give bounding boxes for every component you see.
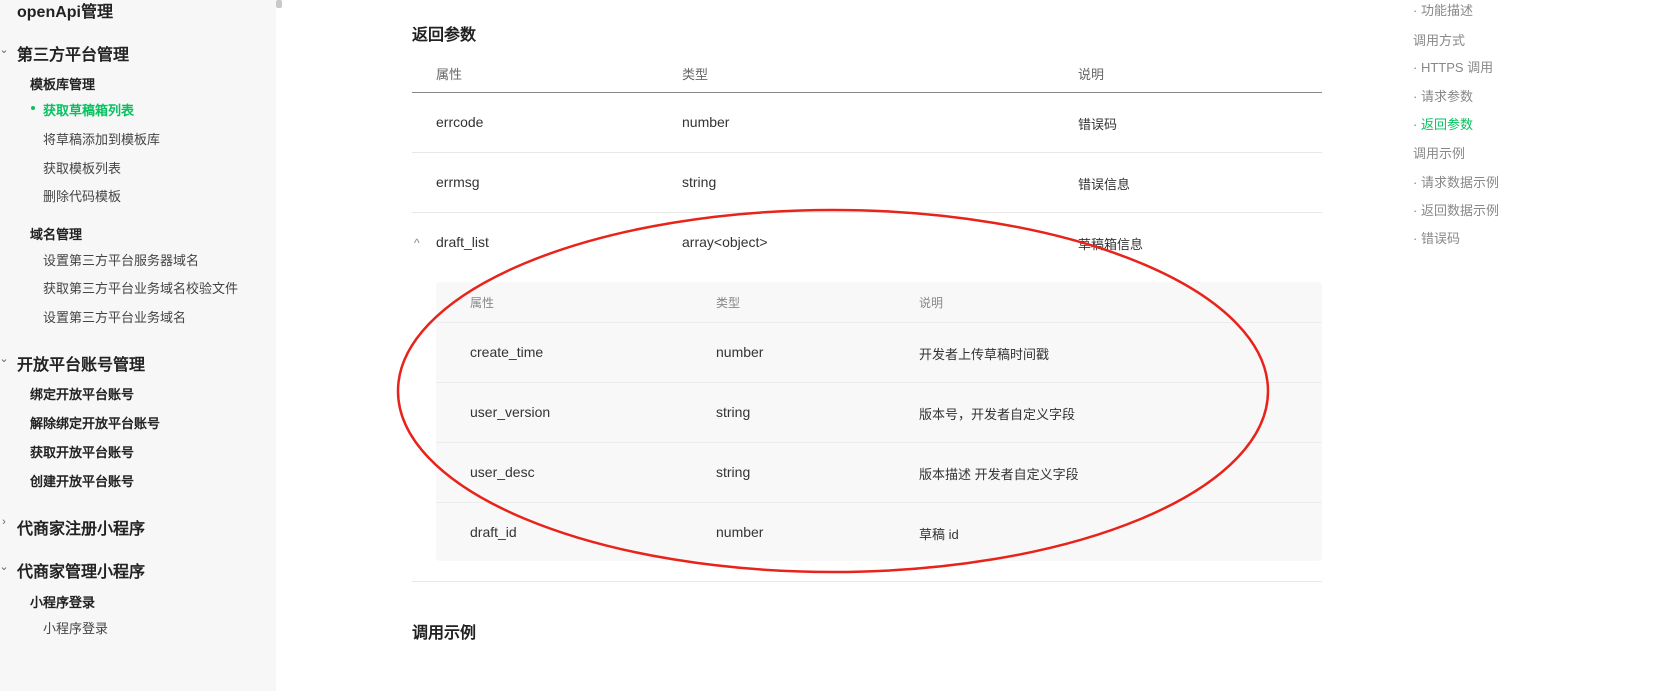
param-type: number <box>682 114 730 130</box>
sidebar-item-draft-list[interactable]: 获取草稿箱列表 <box>43 100 134 119</box>
toc-item-func-desc[interactable]: · 功能描述 <box>1413 0 1473 19</box>
sidebar-item-get-verify-file[interactable]: 获取第三方平台业务域名校验文件 <box>43 278 238 297</box>
nested-param-type: number <box>716 344 764 360</box>
main-content: 返回参数 属性 类型 说明 errcode number 错误码 errmsg … <box>282 0 1382 691</box>
toc-item-return-params[interactable]: · 返回参数 <box>1413 114 1473 133</box>
section-title-call-example: 调用示例 <box>412 625 477 642</box>
nested-param-name: draft_id <box>470 524 517 540</box>
sidebar-group-open-account[interactable]: 开放平台账号管理 <box>17 351 145 375</box>
sidebar-group-openapi[interactable]: openApi管理 <box>17 0 113 22</box>
sidebar-item-template-list[interactable]: 获取模板列表 <box>43 158 121 177</box>
sidebar-group-register[interactable]: 代商家注册小程序 <box>17 515 145 539</box>
toc-item-https-call[interactable]: · HTTPS 调用 <box>1413 57 1493 76</box>
header-divider <box>412 92 1322 93</box>
param-name: errmsg <box>436 174 480 190</box>
sidebar-subgroup-domain[interactable]: 域名管理 <box>30 224 82 243</box>
nested-param-desc: 版本号，开发者自定义字段 <box>919 407 1076 422</box>
sidebar-item-unbind[interactable]: 解除绑定开放平台账号 <box>30 413 160 432</box>
nested-param-desc: 版本描述 开发者自定义字段 <box>919 467 1079 482</box>
row-divider <box>436 322 1322 323</box>
column-header-desc: 说明 <box>1078 67 1105 82</box>
param-desc: 错误码 <box>1078 117 1118 132</box>
chevron-down-icon[interactable]: ⌄ <box>0 43 10 56</box>
nested-param-desc: 开发者上传草稿时间戳 <box>919 347 1050 362</box>
nested-param-type: number <box>716 524 764 540</box>
sidebar-item-bind[interactable]: 绑定开放平台账号 <box>30 384 134 403</box>
row-divider <box>412 212 1322 213</box>
sidebar-item-get-open[interactable]: 获取开放平台账号 <box>30 442 134 461</box>
toc-item-call-example[interactable]: 调用示例 <box>1413 143 1465 162</box>
param-type: string <box>682 174 717 190</box>
nested-param-type: string <box>716 404 751 420</box>
nested-header-type: 类型 <box>716 296 741 310</box>
sidebar-group-manage[interactable]: 代商家管理小程序 <box>17 558 145 582</box>
column-header-type: 类型 <box>682 67 709 82</box>
active-dot-icon <box>31 106 35 110</box>
sidebar-item-set-biz-domain[interactable]: 设置第三方平台业务域名 <box>43 307 186 326</box>
toc-item-call-method[interactable]: 调用方式 <box>1413 30 1465 49</box>
nested-header-attr: 属性 <box>470 296 495 310</box>
param-name: errcode <box>436 114 484 130</box>
sidebar-item-delete-template[interactable]: 删除代码模板 <box>43 186 121 205</box>
nested-param-name: user_version <box>470 404 551 420</box>
param-type: array<object> <box>682 234 768 250</box>
param-name[interactable]: draft_list <box>436 234 489 250</box>
section-title-return-params: 返回参数 <box>412 27 477 44</box>
sidebar-subgroup-login[interactable]: 小程序登录 <box>30 592 95 611</box>
toc-item-request-example[interactable]: · 请求数据示例 <box>1413 172 1499 191</box>
nested-param-name: create_time <box>470 344 544 360</box>
row-divider <box>436 382 1322 383</box>
param-desc: 错误信息 <box>1078 177 1131 192</box>
nested-header-desc: 说明 <box>919 296 944 310</box>
nested-param-name: user_desc <box>470 464 535 480</box>
nested-params-table: 属性 类型 说明 create_time number 开发者上传草稿时间戳 u… <box>436 282 1322 561</box>
row-divider <box>412 581 1322 582</box>
sidebar-item-set-server-domain[interactable]: 设置第三方平台服务器域名 <box>43 250 199 269</box>
toc-item-request-params[interactable]: · 请求参数 <box>1413 86 1473 105</box>
sidebar-item-add-draft[interactable]: 将草稿添加到模板库 <box>43 129 160 148</box>
sidebar-item-login[interactable]: 小程序登录 <box>43 618 108 637</box>
chevron-down-icon[interactable]: ⌄ <box>0 560 10 573</box>
row-divider <box>436 502 1322 503</box>
chevron-right-icon[interactable]: › <box>0 516 10 528</box>
sidebar-nav: openApi管理 ⌄ 第三方平台管理 模板库管理 获取草稿箱列表 将草稿添加到… <box>0 0 276 691</box>
nested-param-type: string <box>716 464 751 480</box>
column-header-attr: 属性 <box>436 67 463 82</box>
row-divider <box>412 152 1322 153</box>
toc-item-error-code[interactable]: · 错误码 <box>1413 228 1460 247</box>
param-desc: 草稿箱信息 <box>1078 237 1144 252</box>
sidebar-subgroup-template[interactable]: 模板库管理 <box>30 74 95 93</box>
chevron-up-icon[interactable]: ^ <box>414 236 420 250</box>
row-divider <box>436 442 1322 443</box>
chevron-down-icon[interactable]: ⌄ <box>0 352 10 365</box>
sidebar-group-third-party[interactable]: 第三方平台管理 <box>17 41 129 65</box>
sidebar-item-create-open[interactable]: 创建开放平台账号 <box>30 471 134 490</box>
toc-item-return-example[interactable]: · 返回数据示例 <box>1413 200 1499 219</box>
nested-param-desc: 草稿 id <box>919 527 959 542</box>
